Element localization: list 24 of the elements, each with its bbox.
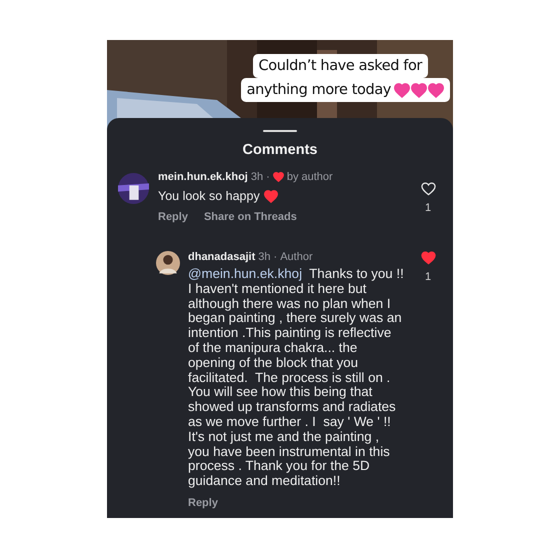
username[interactable]: mein.hun.ek.khoj [158, 171, 248, 183]
comment-text: You look so happy [158, 189, 260, 203]
heart-icon [264, 190, 278, 202]
author-label: Author [280, 251, 313, 263]
drag-handle[interactable] [263, 130, 297, 132]
heart-icon [428, 82, 444, 98]
heart-icon [411, 82, 427, 98]
comment-action[interactable]: Reply [188, 496, 218, 509]
comment-time: 3h · [258, 251, 278, 263]
like-count: 1 [424, 271, 432, 283]
like-count: 1 [424, 202, 432, 214]
sheet-title: Comments [242, 142, 318, 158]
story-caption: anything more today [240, 78, 450, 102]
avatar[interactable] [156, 251, 180, 275]
heart-icon [394, 82, 410, 98]
liked-by-author: by author [286, 171, 333, 183]
story-caption: Couldn’t have asked for [252, 54, 428, 78]
comment-action[interactable]: Share on Threads [204, 211, 297, 223]
comment-text: @mein.hun.ek.khoj Thanks to you !! I haven't mentioned it here but although there was no plan when I began painting , there surely was an intention .This painting is reflective of the manipura chakra... the opening of the block that you facilitated. The process is still on . You will see how this being that showed up transforms and radiates as we move further . I say ' We ' !! It's not just me and the painting , you have been instrumental in this process . Thank you for the 5D guidance and meditation!! [188, 267, 404, 489]
avatar[interactable] [118, 173, 149, 204]
comment-action[interactable]: Reply [158, 211, 188, 223]
comment-time: 3h · [250, 171, 270, 183]
username[interactable]: dhanadasajit [188, 251, 256, 263]
mention-link[interactable]: @mein.hun.ek.khoj [188, 266, 302, 281]
